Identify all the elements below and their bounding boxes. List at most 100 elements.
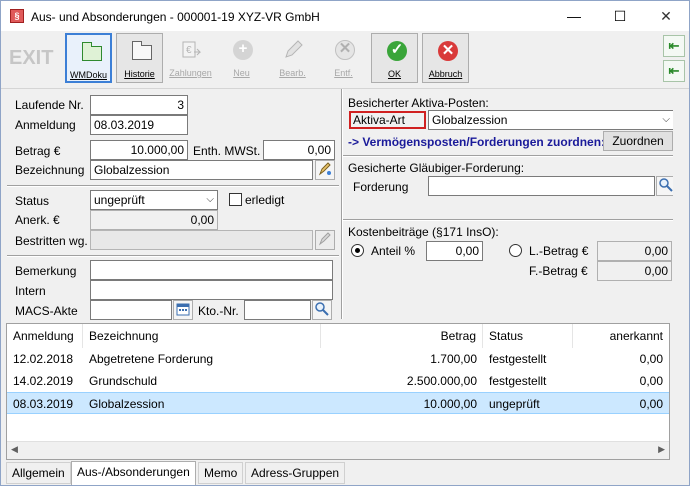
erledigt-label: erledigt [245,193,285,207]
bemerkung-field[interactable] [90,260,333,280]
tab-memo[interactable]: Memo [198,462,244,484]
tab-aus-absonderungen[interactable]: Aus-/Absonderungen [71,461,196,485]
chevron-down-icon: ⌵ [662,114,670,125]
separator [341,89,343,319]
status-label: Status [15,194,50,208]
forderung-field[interactable] [428,176,655,196]
anteil-radio[interactable] [351,244,364,257]
status-select[interactable]: ungeprüft ⌵ [90,190,218,210]
bemerkung-label: Bemerkung [15,264,77,278]
pen-lookup-icon[interactable] [315,160,335,180]
folder-icon [80,41,102,63]
column-header[interactable]: Betrag [321,324,483,348]
aktiva-art-value: Globalzession [432,113,508,127]
anmeldung-label: Anmeldung [15,118,76,132]
enth-mwst-label: Enth. MWSt. [193,144,261,158]
neu-label: Neu [233,68,250,78]
table-row[interactable]: 12.02.2018 Abgetretene Forderung 1.700,0… [7,348,669,370]
tab-allgemein[interactable]: Allgemein [6,462,71,484]
ok-label: OK [387,69,401,79]
kosten-header: Kostenbeiträge (§171 InsO): [348,225,499,239]
pencil-icon [282,39,304,61]
cell-anmeldung: 14.02.2019 [13,374,74,388]
bearb-label: Bearb. [279,68,306,78]
arrow-left-icon[interactable]: ⇤ [663,60,685,82]
macs-field[interactable] [90,300,172,320]
arrow-left-icon[interactable]: ◀ [11,444,18,455]
zahlungen-button[interactable]: € Zahlungen [167,33,214,83]
neu-button[interactable]: + Neu [218,33,265,83]
betrag-label: Betrag € [15,144,61,158]
anteil-field[interactable]: 0,00 [426,241,483,261]
horizontal-scrollbar[interactable]: ◀ ▶ [7,441,669,459]
cell-status: festgestellt [489,352,547,366]
title-bar: § Aus- und Absonderungen - 000001-19 XYZ… [1,1,689,31]
lbetrag-radio[interactable] [509,244,522,257]
laufende-nr-label: Laufende Nr. [15,98,84,112]
bestritten-field [90,230,313,250]
table-row-selected[interactable]: 08.03.2019 Globalzession 10.000,00 ungep… [7,392,669,414]
ok-button[interactable]: ✓ OK [371,33,418,83]
cell-status: festgestellt [489,374,547,388]
fbetrag-label: F.-Betrag € [529,264,588,278]
separator [343,219,675,221]
abbruch-button[interactable]: ✕ Abbruch [422,33,469,83]
table-row[interactable]: 14.02.2019 Grundschuld 2.500.000,00 fest… [7,370,669,392]
column-header[interactable]: Status [483,324,573,348]
app-icon: § [10,9,24,23]
bezeichnung-label: Bezeichnung [15,163,85,177]
historie-button[interactable]: Historie [116,33,163,83]
enth-mwst-field[interactable]: 0,00 [263,140,335,160]
maximize-button[interactable]: ☐ [597,1,643,31]
betrag-field[interactable]: 10.000,00 [90,140,188,160]
laufende-nr-field[interactable]: 3 [90,95,188,115]
svg-text:€: € [186,45,192,56]
lbetrag-field: 0,00 [597,241,672,261]
forderung-label: Forderung [353,180,409,194]
arrow-left-icon[interactable]: ⇤ [663,35,685,57]
search-icon[interactable] [312,300,332,320]
close-button[interactable]: ✕ [643,1,689,31]
cell-status: ungeprüft [489,397,540,411]
minimize-button[interactable]: — [551,1,597,31]
arrow-right-icon[interactable]: ▶ [658,444,665,455]
column-header[interactable]: Bezeichnung [83,324,321,348]
entf-label: Entf. [334,68,353,78]
exit-button[interactable]: EXIT [9,47,53,70]
anmeldung-field[interactable]: 08.03.2019 [90,115,188,135]
column-header[interactable]: Anmeldung [7,324,83,348]
cell-betrag: 2.500.000,00 [406,374,477,388]
status-value: ungeprüft [94,193,145,207]
separator [7,185,339,187]
plus-icon: + [231,39,253,61]
separator [343,155,675,157]
zuordnen-link[interactable]: -> Vermögensposten/Forderungen zuordnen: [348,135,605,149]
aktiva-art-select[interactable]: Globalzession ⌵ [428,110,674,130]
folder-icon [130,40,152,62]
main-window: § Aus- und Absonderungen - 000001-19 XYZ… [0,0,690,486]
kto-field[interactable] [244,300,311,320]
wmdoku-button[interactable]: WMDoku [65,33,112,83]
macs-label: MACS-Akte [15,304,78,318]
calendar-icon[interactable] [173,300,193,320]
delete-icon: ✕ [333,39,355,61]
erledigt-checkbox[interactable] [229,193,242,206]
toolbar: EXIT WMDoku Historie € Zahlungen + Neu B… [1,31,689,89]
cell-betrag: 1.700,00 [430,352,477,366]
tab-adress-gruppen[interactable]: Adress-Gruppen [245,462,346,484]
column-header[interactable]: anerkannt [573,324,669,348]
bearb-button[interactable]: Bearb. [269,33,316,83]
entf-button[interactable]: ✕ Entf. [320,33,367,83]
glaeubiger-header: Gesicherte Gläubiger-Forderung: [348,161,525,175]
intern-field[interactable] [90,280,333,300]
pen-lookup-icon [315,230,335,250]
abbruch-label: Abbruch [428,69,463,79]
historie-label: Historie [124,69,155,79]
aktiva-header: Besicherter Aktiva-Posten: [348,96,489,110]
vertical-scrollbar[interactable] [673,89,689,485]
anteil-label: Anteil % [371,244,416,258]
aus-absonderungen-table: Anmeldung Bezeichnung Betrag Status aner… [6,323,670,460]
zuordnen-button[interactable]: Zuordnen [603,131,673,151]
aktiva-art-label: Aktiva-Art [349,111,426,129]
bezeichnung-field[interactable]: Globalzession [90,160,313,180]
